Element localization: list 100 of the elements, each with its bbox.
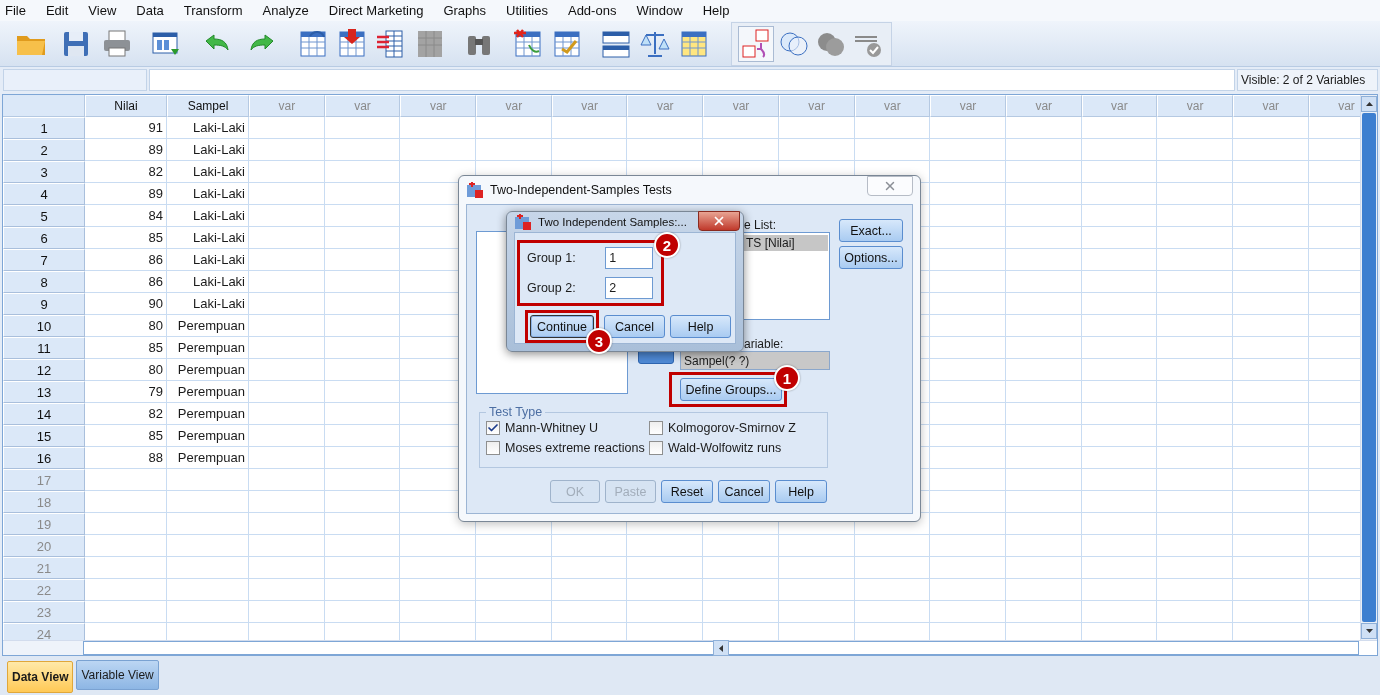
table-cell: 86	[85, 249, 167, 271]
row-number[interactable]: 15	[3, 425, 85, 447]
dialog-button[interactable]: Exact...	[839, 219, 903, 242]
grouping-variable-field[interactable]: Sampel(? ?)	[680, 351, 830, 370]
menu-item[interactable]: Graphs	[443, 3, 487, 18]
checkbox[interactable]	[649, 441, 663, 455]
menu-item[interactable]: File	[5, 3, 26, 18]
table-cell: Laki-Laki	[167, 161, 249, 183]
table-cell: Laki-Laki	[167, 271, 249, 293]
row-number[interactable]: 11	[3, 337, 85, 359]
app-icon	[514, 214, 532, 230]
row-number[interactable]: 12	[3, 359, 85, 381]
row-number[interactable]: 14	[3, 403, 85, 425]
field-label: Group 1:	[527, 251, 577, 265]
horizontal-scrollbar[interactable]	[83, 641, 1359, 655]
table-cell: 82	[85, 403, 167, 425]
dialog-button[interactable]: Continue	[530, 315, 594, 338]
dialog-button[interactable]: Help	[670, 315, 731, 338]
group-title: Test Type	[488, 405, 544, 419]
menu-item[interactable]: Data	[136, 3, 164, 18]
menu-item[interactable]: Analyze	[262, 3, 309, 18]
table-cell: 82	[85, 161, 167, 183]
menu-item[interactable]: Utilities	[506, 3, 548, 18]
dialog-button[interactable]: Options...	[839, 246, 903, 269]
close-icon	[883, 179, 897, 193]
down-arrow-icon	[1365, 629, 1373, 633]
table-cell: 85	[85, 227, 167, 249]
table-cell: 84	[85, 205, 167, 227]
view-tab[interactable]: Data View	[7, 661, 74, 693]
table-cell: 90	[85, 293, 167, 315]
table-cell: 88	[85, 447, 167, 469]
checkbox-label: Wald-Wolfowitz runs	[668, 441, 782, 455]
checkbox-label: Moses extreme reactions	[505, 441, 645, 455]
input-field[interactable]: 1	[605, 247, 653, 269]
table-cell: Perempuan	[167, 403, 249, 425]
table-cell: 80	[85, 359, 167, 381]
cell-reference-field[interactable]	[3, 69, 147, 91]
table-cell: 89	[85, 139, 167, 161]
table-cell: Perempuan	[167, 381, 249, 403]
checkbox-label: Kolmogorov-Smirnov Z	[668, 421, 796, 435]
dialog-button[interactable]: Help	[775, 480, 827, 503]
left-arrow-icon	[719, 644, 723, 652]
row-number[interactable]: 3	[3, 161, 85, 183]
table-cell: Laki-Laki	[167, 293, 249, 315]
row-number[interactable]: 9	[3, 293, 85, 315]
row-number[interactable]: 10	[3, 315, 85, 337]
check-icon	[487, 422, 499, 434]
table-cell: Perempuan	[167, 337, 249, 359]
table-cell: 85	[85, 337, 167, 359]
row-number[interactable]: 6	[3, 227, 85, 249]
checkbox[interactable]	[649, 421, 663, 435]
menu-item[interactable]: Direct Marketing	[328, 3, 424, 18]
value-labels-button[interactable]	[738, 25, 774, 62]
menu-item[interactable]: Window	[636, 3, 683, 18]
menu-item[interactable]: Transform	[183, 3, 243, 18]
row-number[interactable]: 16	[3, 447, 85, 469]
menu-item[interactable]: Help	[702, 3, 730, 18]
table-cell: Perempuan	[167, 315, 249, 337]
row-number[interactable]: 7	[3, 249, 85, 271]
vertical-scrollbar[interactable]	[1360, 95, 1377, 640]
define-groups-button[interactable]: Define Groups...	[680, 378, 782, 401]
menu-item[interactable]: Add-ons	[567, 3, 617, 18]
row-number[interactable]: 4	[3, 183, 85, 205]
checkbox[interactable]	[486, 421, 500, 435]
table-cell: Laki-Laki	[167, 205, 249, 227]
checkbox[interactable]	[486, 441, 500, 455]
table-cell: Laki-Laki	[167, 227, 249, 249]
menu-item[interactable]: View	[88, 3, 117, 18]
row-number[interactable]: 5	[3, 205, 85, 227]
dialog-button[interactable]: Cancel	[604, 315, 665, 338]
view-tab[interactable]: Variable View	[76, 660, 159, 690]
table-cell: Laki-Laki	[167, 139, 249, 161]
window-title: Two Independent Samples:...	[538, 216, 687, 228]
column-header[interactable]: Sampel	[167, 95, 249, 117]
close-icon	[712, 214, 726, 228]
row-number[interactable]: 13	[3, 381, 85, 403]
dialog-button[interactable]: Reset	[661, 480, 713, 503]
dialog-button[interactable]: Cancel	[718, 480, 770, 503]
table-cell: 86	[85, 271, 167, 293]
row-number[interactable]: 2	[3, 139, 85, 161]
visible-variables-status: Visible: 2 of 2 Variables	[1237, 69, 1378, 91]
table-cell: Perempuan	[167, 425, 249, 447]
column-header[interactable]: Nilai	[85, 95, 167, 117]
menu-item[interactable]: Edit	[45, 3, 69, 18]
field-label: Group 2:	[527, 281, 577, 295]
up-arrow-icon	[1365, 102, 1373, 106]
cell-editor-field[interactable]	[149, 69, 1235, 91]
input-field[interactable]: 2	[605, 277, 653, 299]
table-cell: Perempuan	[167, 359, 249, 381]
checkbox-label: Mann-Whitney U	[505, 421, 599, 435]
table-cell: Laki-Laki	[167, 183, 249, 205]
table-cell: Laki-Laki	[167, 249, 249, 271]
close-button[interactable]	[698, 211, 740, 231]
table-cell: Perempuan	[167, 447, 249, 469]
field-label: e List:	[744, 218, 776, 232]
window-title: Two-Independent-Samples Tests	[490, 183, 672, 197]
row-number[interactable]: 1	[3, 117, 85, 139]
row-number[interactable]: 8	[3, 271, 85, 293]
table-cell: 80	[85, 315, 167, 337]
table-cell: 89	[85, 183, 167, 205]
